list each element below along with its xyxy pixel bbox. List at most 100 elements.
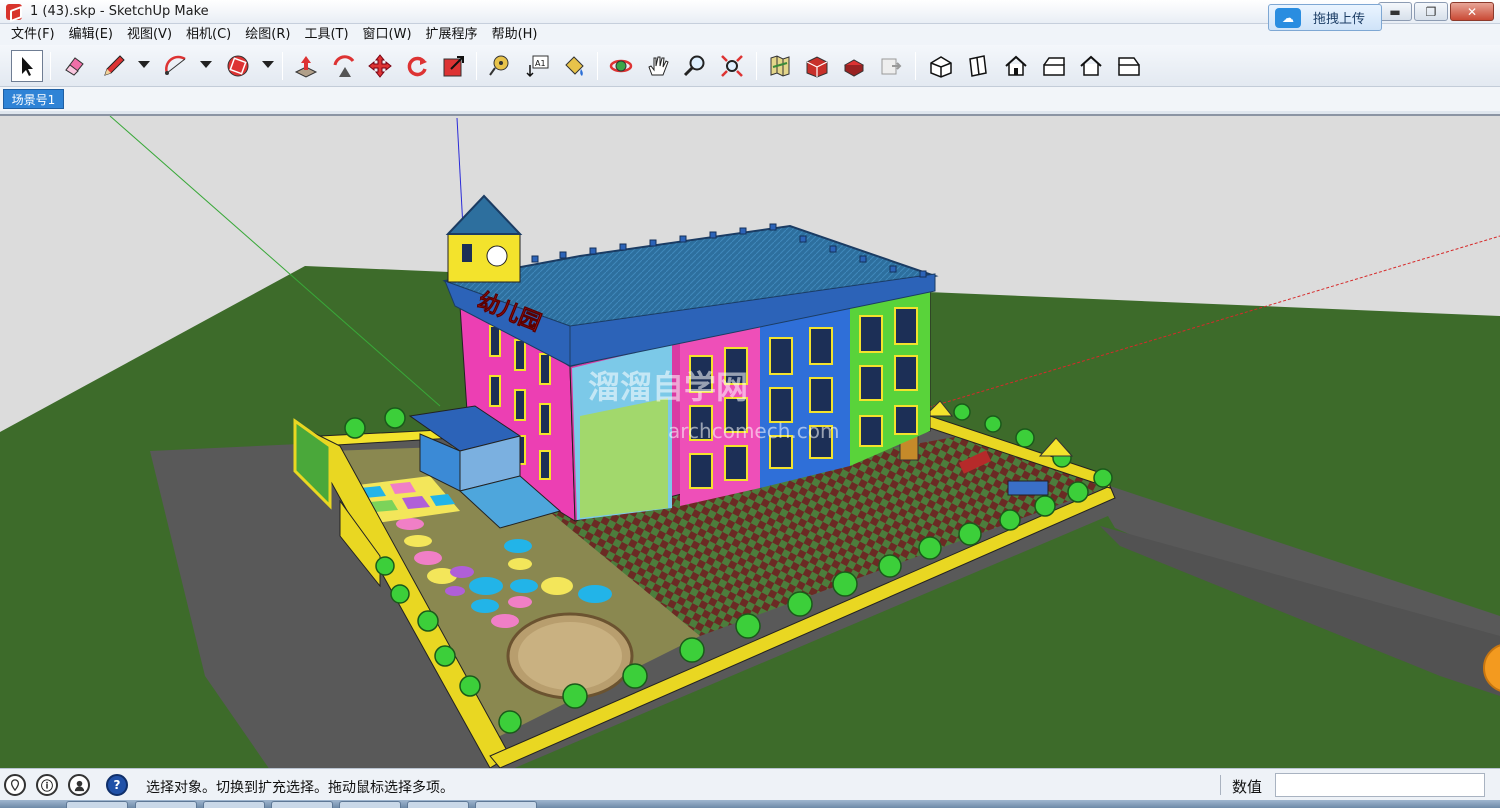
taskbar-item[interactable] (135, 801, 197, 808)
line-tool-dropdown[interactable] (138, 61, 150, 68)
line-tool-button[interactable] (98, 50, 130, 82)
iso-house-icon (930, 56, 952, 78)
share-component-button[interactable] (838, 50, 870, 82)
extension-icon (881, 58, 902, 75)
map-location-icon (770, 55, 790, 77)
main-toolbar: A1 (0, 45, 1500, 87)
paint-bucket-tool-button[interactable] (558, 50, 590, 82)
zoom-extents-tool-button[interactable] (716, 50, 748, 82)
top-view-button[interactable] (962, 50, 994, 82)
window-controls: ▬ ❐ ✕ (1378, 2, 1494, 21)
zoom-tool-button[interactable] (679, 50, 711, 82)
status-bar: ⓘ ? 选择对象。切换到扩充选择。拖动鼠标选择多项。 数值 (0, 768, 1500, 800)
restore-button[interactable]: ❐ (1414, 2, 1448, 21)
taskbar-item[interactable] (66, 801, 128, 808)
top-view-icon (969, 55, 987, 77)
scene-tab-1[interactable]: 场景号1 (3, 89, 64, 109)
menu-help[interactable]: 帮助(H) (485, 24, 545, 45)
measurements-input[interactable] (1275, 773, 1485, 797)
user-account-icon[interactable] (68, 774, 90, 796)
toolbar-separator (915, 52, 916, 80)
tape-measure-tool-button[interactable] (484, 50, 516, 82)
toolbar-separator (756, 52, 757, 80)
rotate-icon (407, 56, 427, 77)
tower-window (462, 244, 472, 262)
move-tool-button[interactable] (364, 50, 396, 82)
menu-tools[interactable]: 工具(T) (297, 24, 355, 45)
back-view-button[interactable] (1075, 50, 1107, 82)
toolbar-separator (282, 52, 283, 80)
help-icon[interactable]: ? (106, 774, 128, 796)
menu-edit[interactable]: 编辑(E) (62, 24, 120, 45)
push-pull-tool-button[interactable] (290, 50, 322, 82)
3d-warehouse-button[interactable] (801, 50, 833, 82)
minimize-button[interactable]: ▬ (1378, 2, 1412, 21)
status-separator (1220, 775, 1221, 795)
extension-warehouse-button[interactable] (875, 50, 907, 82)
back-house-icon (1080, 55, 1102, 76)
shape-tool-button[interactable] (222, 50, 254, 82)
window-title: 1 (43).skp - SketchUp Make (30, 4, 209, 19)
status-message: 选择对象。切换到扩充选择。拖动鼠标选择多项。 (146, 780, 454, 796)
pan-tool-button[interactable] (642, 50, 674, 82)
arrow-cursor-icon (22, 57, 33, 76)
close-button[interactable]: ✕ (1450, 2, 1494, 21)
cloud-upload-icon: ☁ (1275, 7, 1301, 28)
os-taskbar (0, 800, 1500, 808)
text-label-icon: A1 (526, 55, 549, 78)
sandbox-inner (518, 622, 622, 690)
taskbar-item[interactable] (339, 801, 401, 808)
add-location-button[interactable] (764, 50, 796, 82)
eraser-icon (65, 57, 84, 76)
select-tool-button[interactable] (11, 50, 43, 82)
iso-view-button[interactable] (925, 50, 957, 82)
pencil-icon (104, 55, 125, 76)
paint-bucket-icon (565, 56, 584, 76)
shape-tool-dropdown[interactable] (262, 61, 274, 68)
arc-icon (165, 55, 186, 75)
menu-extensions[interactable]: 扩展程序 (419, 24, 485, 45)
clock-tower-roof (445, 194, 523, 235)
front-view-button[interactable] (1000, 50, 1032, 82)
rotate-tool-button[interactable] (401, 50, 433, 82)
menu-view[interactable]: 视图(V) (120, 24, 179, 45)
front-house-icon (1005, 55, 1027, 76)
toolbar-separator (597, 52, 598, 80)
follow-me-tool-button[interactable] (328, 50, 360, 82)
geo-location-icon[interactable] (4, 774, 26, 796)
taskbar-item[interactable] (475, 801, 537, 808)
orbit-tool-button[interactable] (605, 50, 637, 82)
hand-icon (648, 56, 669, 76)
mural-ground (580, 398, 668, 518)
arc-tool-dropdown[interactable] (200, 61, 212, 68)
credits-info-icon[interactable]: ⓘ (36, 774, 58, 796)
left-view-button[interactable] (1113, 50, 1145, 82)
taskbar-item[interactable] (271, 801, 333, 808)
toolbar-separator (476, 52, 477, 80)
model-scene: 幼儿园 溜溜自学网 archcomech.com (0, 116, 1500, 768)
sketchup-app-icon (6, 3, 22, 20)
right-house-icon (1043, 57, 1065, 76)
menu-file[interactable]: 文件(F) (4, 24, 62, 45)
rectangle-shape-icon (227, 55, 249, 77)
scale-tool-button[interactable] (438, 50, 470, 82)
model-viewport[interactable]: 幼儿园 溜溜自学网 archcomech.com (0, 114, 1500, 768)
push-pull-icon (294, 56, 318, 78)
arc-tool-button[interactable] (160, 50, 192, 82)
move-arrows-icon (368, 54, 392, 78)
toolbar-separator (50, 52, 51, 80)
share-component-icon (843, 59, 865, 77)
text-tool-button[interactable]: A1 (521, 50, 553, 82)
taskbar-item[interactable] (203, 801, 265, 808)
scale-icon (443, 56, 464, 77)
warehouse-icon (806, 56, 828, 78)
drag-upload-button[interactable]: ☁ 拖拽上传 (1268, 4, 1382, 31)
svg-text:A1: A1 (535, 59, 546, 68)
left-house-icon (1118, 57, 1140, 76)
menu-draw[interactable]: 绘图(R) (238, 24, 297, 45)
menu-camera[interactable]: 相机(C) (179, 24, 238, 45)
taskbar-item[interactable] (407, 801, 469, 808)
menu-window[interactable]: 窗口(W) (356, 24, 419, 45)
eraser-tool-button[interactable] (58, 50, 90, 82)
right-view-button[interactable] (1038, 50, 1070, 82)
